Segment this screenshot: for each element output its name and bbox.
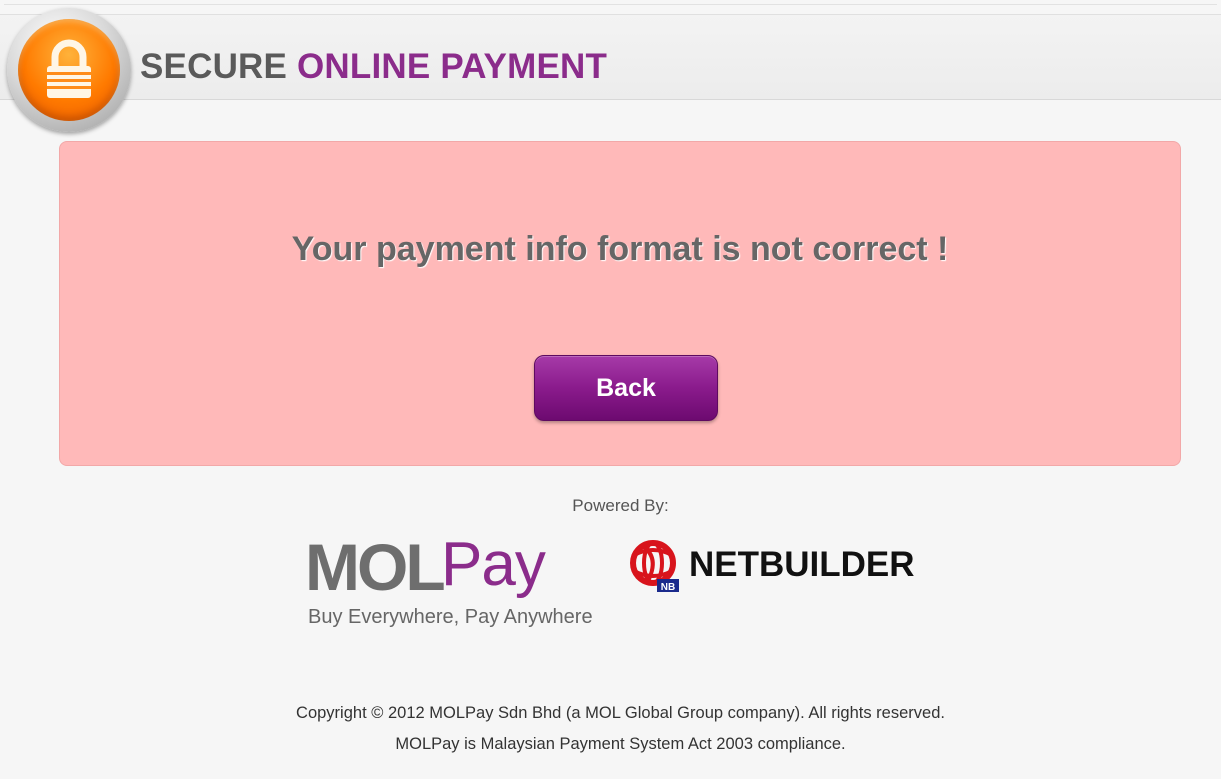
copyright-text: Copyright © 2012 MOLPay Sdn Bhd (a MOL G…	[296, 704, 945, 722]
title-secure: SECURE	[140, 47, 288, 86]
netbuilder-globe-icon: NB	[630, 540, 679, 593]
molpay-tagline: Buy Everywhere, Pay Anywhere	[308, 606, 593, 628]
molpay-logo-mol: MOL	[305, 530, 446, 604]
copyright-block: Copyright © 2012 MOLPay Sdn Bhd (a MOL G…	[0, 698, 1221, 760]
molpay-logo-pay: Pay	[441, 530, 546, 599]
lock-badge	[7, 8, 131, 132]
lock-icon	[47, 39, 91, 98]
powered-by-label: Powered By:	[572, 496, 669, 515]
error-message: Your payment info format is not correct …	[291, 230, 949, 268]
error-panel: Your payment info format is not correct …	[59, 141, 1181, 466]
lock-badge-inner	[18, 19, 120, 121]
title-online-payment: ONLINE PAYMENT	[297, 47, 608, 86]
svg-text:NB: NB	[661, 582, 675, 593]
page-title: SECURE ONLINE PAYMENT	[140, 49, 607, 84]
molpay-logo: MOL Pay Buy Everywhere, Pay Anywhere	[305, 530, 605, 636]
page-header: SECURE ONLINE PAYMENT	[0, 14, 1221, 100]
compliance-text: MOLPay is Malaysian Payment System Act 2…	[395, 735, 846, 753]
partner-logos: MOL Pay Buy Everywhere, Pay Anywhere NB …	[305, 530, 947, 636]
back-button[interactable]: Back	[534, 355, 718, 421]
netbuilder-wordmark: NETBUILDER	[689, 545, 915, 584]
netbuilder-logo: NB NETBUILDER	[627, 536, 947, 596]
